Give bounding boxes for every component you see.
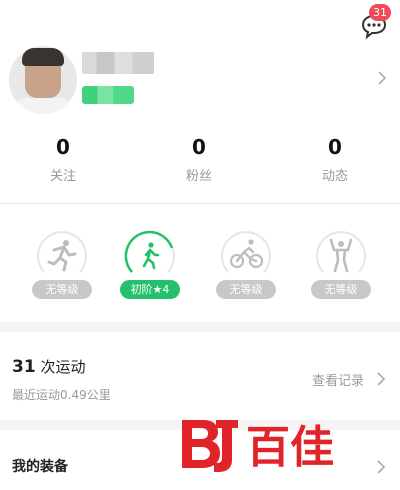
sport-walking[interactable]: 初阶★4 [114, 228, 188, 304]
stat-followers[interactable]: 0 粉丝 [159, 135, 239, 184]
divider [0, 203, 400, 204]
cycling-icon [221, 231, 271, 273]
stat-value: 0 [56, 135, 70, 159]
stat-value: 0 [192, 135, 206, 159]
stat-posts[interactable]: 0 动态 [295, 135, 375, 184]
profile-level-badge-blurred [82, 86, 134, 104]
sport-level-tag: 无等级 [216, 280, 276, 299]
stat-following[interactable]: 0 关注 [23, 135, 103, 184]
profile-name-blurred [82, 52, 154, 74]
profile-chevron-right-icon[interactable] [375, 68, 389, 88]
stat-label: 关注 [49, 169, 76, 184]
sport-level-tag: 无等级 [311, 280, 371, 299]
sport-level-tag: 初阶★4 [120, 280, 180, 299]
recent-workout: 最近运动0.49公里 [12, 388, 111, 402]
stat-label: 粉丝 [185, 169, 212, 184]
walking-icon [124, 230, 175, 273]
fitness-icon [316, 231, 366, 273]
workout-count-number: 31 [12, 357, 36, 377]
avatar[interactable] [9, 46, 77, 114]
stat-label: 动态 [321, 169, 348, 184]
sport-level-tag: 无等级 [32, 280, 92, 299]
workout-count-suffix: 次运动 [40, 358, 86, 376]
stat-value: 0 [328, 135, 342, 159]
running-icon [37, 231, 87, 273]
bj-logo: 百佳 [182, 420, 334, 473]
sport-cycling[interactable]: 无等级 [210, 228, 284, 304]
workout-count: 31 次运动 [12, 356, 85, 377]
sport-running[interactable]: 无等级 [26, 228, 100, 304]
chevron-right-icon[interactable] [375, 370, 387, 388]
notification-badge: 31 [369, 4, 391, 21]
my-equipment-title[interactable]: 我的装备 [12, 456, 68, 476]
section-gap [0, 322, 400, 332]
view-records-link[interactable]: 查看记录 [312, 370, 364, 389]
watermark-text: 百佳 [246, 422, 334, 473]
sport-fitness[interactable]: 无等级 [305, 228, 379, 304]
